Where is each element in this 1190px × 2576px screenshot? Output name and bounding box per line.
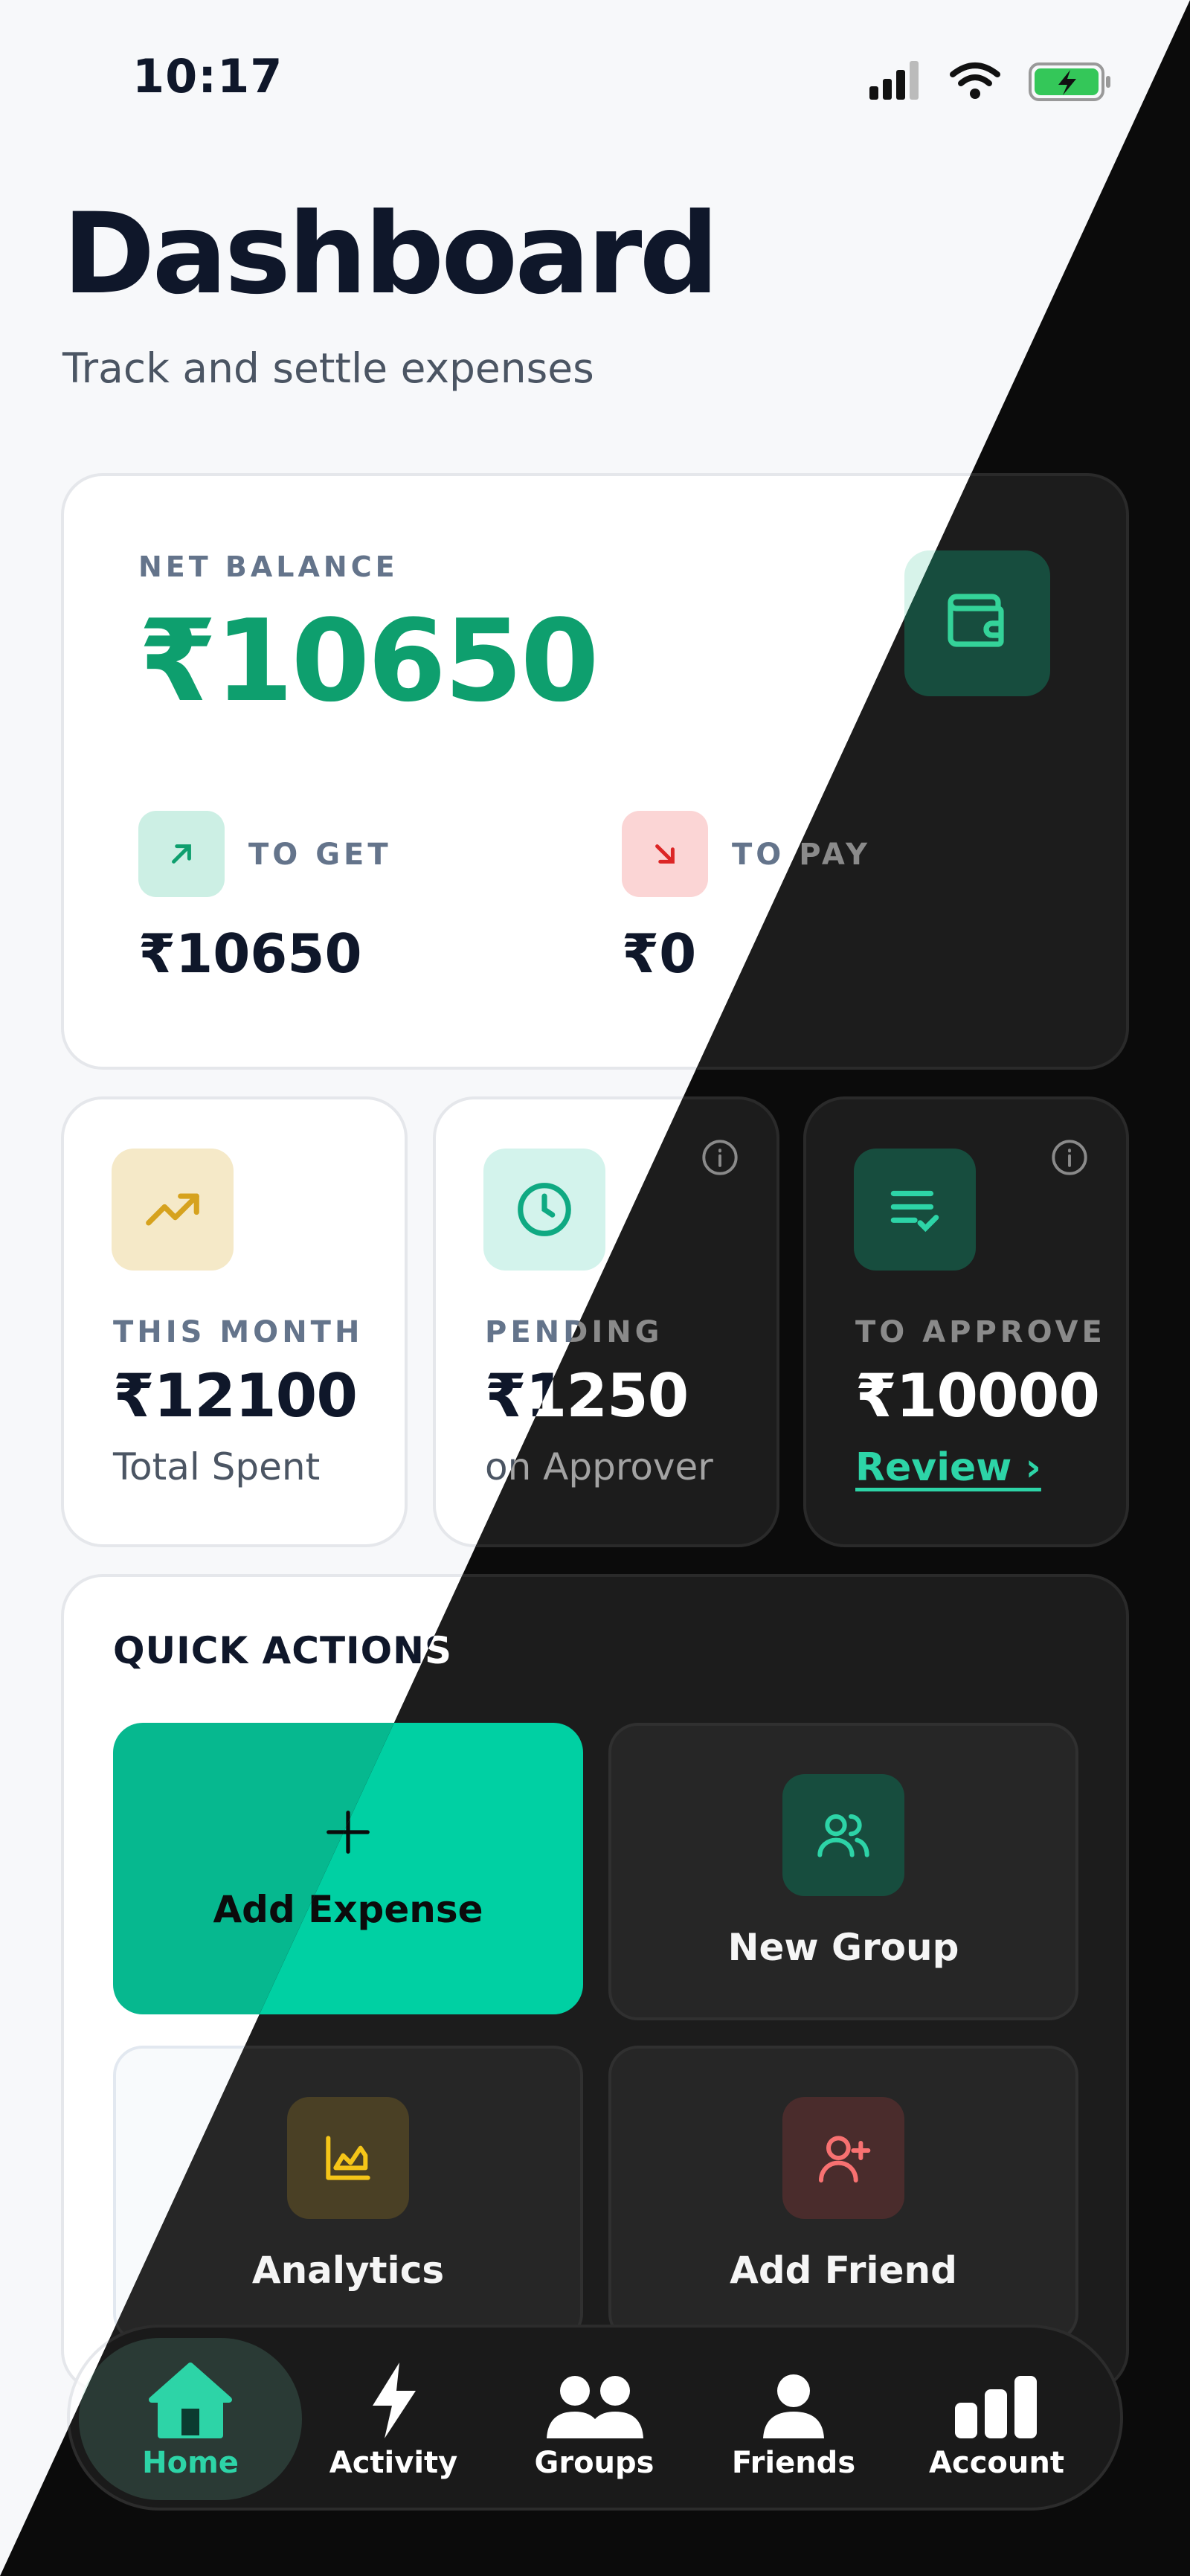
nav-activity[interactable]: Activity: [315, 2338, 472, 2500]
bottom-navigation: Home Activity Groups Friends Account: [67, 2325, 1123, 2511]
net-balance-label: NET BALANCE: [138, 550, 399, 583]
to-get-amount: ₹10650: [138, 922, 362, 985]
person-icon: [742, 2358, 846, 2440]
nav-friends[interactable]: Friends: [715, 2338, 872, 2500]
nav-home[interactable]: Home: [79, 2338, 302, 2500]
to-approve-card[interactable]: TO APPROVE ₹10000 Review ›: [803, 1096, 1129, 1547]
signal-icon: [869, 61, 919, 100]
new-group-button[interactable]: New Group: [608, 1723, 1078, 2020]
nav-home-label: Home: [142, 2446, 239, 2480]
home-icon: [138, 2358, 242, 2440]
nav-account[interactable]: Account: [922, 2338, 1071, 2500]
net-balance-amount: ₹10650: [138, 595, 599, 727]
status-time: 10:17: [132, 49, 283, 103]
nav-account-label: Account: [929, 2446, 1064, 2480]
arrow-down-right-icon: [622, 811, 708, 897]
to-pay-amount: ₹0: [622, 922, 697, 985]
battery-icon: [1029, 62, 1110, 101]
this-month-card[interactable]: THIS MONTH ₹12100 Total Spent: [61, 1096, 408, 1547]
to-approve-amount: ₹10000: [855, 1361, 1100, 1430]
groups-icon: [542, 2358, 646, 2440]
new-group-label: New Group: [727, 1926, 959, 1969]
review-link[interactable]: Review ›: [855, 1445, 1041, 1490]
wifi-icon: [950, 62, 1000, 99]
nav-friends-label: Friends: [731, 2446, 856, 2480]
this-month-amount: ₹12100: [113, 1361, 358, 1430]
this-month-note: Total Spent: [113, 1445, 321, 1488]
to-approve-label: TO APPROVE: [855, 1315, 1106, 1349]
to-get-label: TO GET: [248, 838, 392, 872]
bar-chart-icon: [945, 2358, 1049, 2440]
nav-groups-label: Groups: [534, 2446, 654, 2480]
analytics-label: Analytics: [251, 2249, 445, 2292]
nav-activity-label: Activity: [329, 2446, 458, 2480]
wallet-icon[interactable]: [904, 550, 1050, 696]
this-month-label: THIS MONTH: [113, 1315, 364, 1349]
users-icon: [782, 1774, 904, 1896]
chart-icon: [287, 2097, 409, 2219]
nav-groups[interactable]: Groups: [516, 2338, 672, 2500]
lightning-icon: [341, 2358, 446, 2440]
add-friend-button[interactable]: Add Friend: [608, 2046, 1078, 2343]
status-indicators: [869, 61, 1110, 101]
page-subtitle: Track and settle expenses: [62, 344, 594, 392]
add-friend-label: Add Friend: [730, 2249, 957, 2292]
page-title: Dashboard: [62, 190, 719, 319]
user-plus-icon: [782, 2097, 904, 2219]
info-icon[interactable]: [1050, 1138, 1089, 1177]
clock-icon: [483, 1149, 605, 1271]
arrow-up-right-icon: [138, 811, 225, 897]
quick-actions-title: QUICK ACTIONS: [113, 1629, 453, 1672]
trending-up-icon: [112, 1149, 234, 1271]
info-icon[interactable]: [701, 1138, 739, 1177]
list-check-icon: [854, 1149, 976, 1271]
